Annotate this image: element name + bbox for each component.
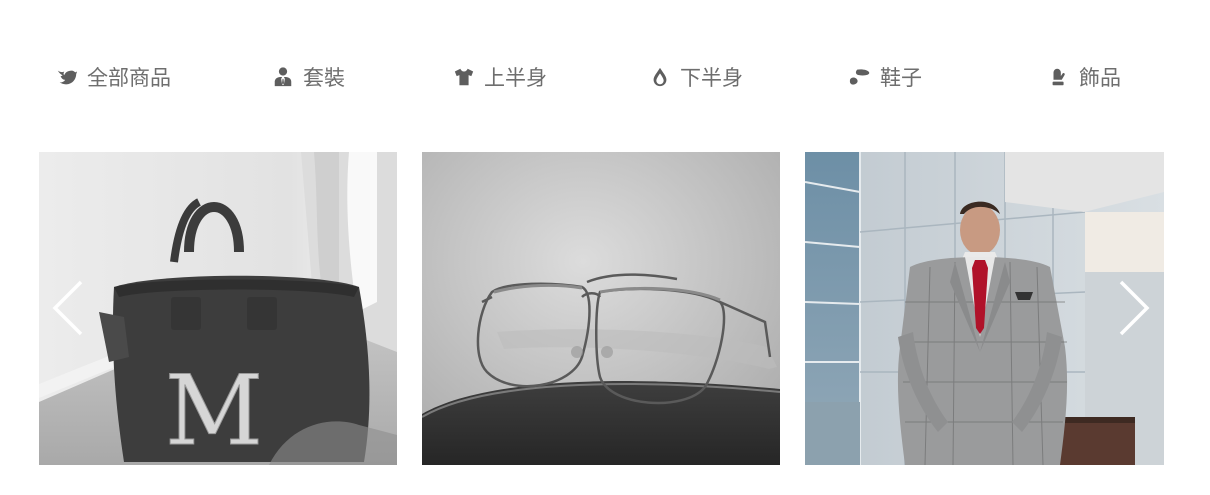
- category-bottoms[interactable]: 下半身: [649, 54, 743, 100]
- carousel-slide-glasses[interactable]: [422, 152, 780, 465]
- product-carousel: M: [0, 152, 1210, 465]
- suit-photo: [805, 152, 1164, 465]
- category-label: 飾品: [1079, 66, 1121, 90]
- carousel-slide-suit[interactable]: [805, 152, 1164, 465]
- carousel-next-button[interactable]: [1114, 276, 1154, 340]
- tshirt-icon: [453, 66, 475, 88]
- category-shoes[interactable]: 鞋子: [849, 54, 922, 100]
- chevron-right-icon: [1119, 280, 1150, 336]
- glasses-photo: [422, 152, 780, 465]
- category-nav: 全部商品 套裝 上半身 下半身 鞋子 飾品: [0, 54, 1210, 100]
- category-label: 下半身: [680, 66, 743, 90]
- suit-person-icon: [272, 66, 294, 88]
- category-suits[interactable]: 套裝: [272, 54, 345, 100]
- category-tops[interactable]: 上半身: [453, 54, 547, 100]
- shoes-icon: [849, 66, 871, 88]
- drop-icon: [649, 66, 671, 88]
- bag-photo: M: [39, 152, 397, 465]
- category-label: 全部商品: [87, 66, 171, 90]
- mitten-icon: [1048, 66, 1070, 88]
- carousel-prev-button[interactable]: [48, 276, 88, 340]
- bird-icon: [56, 66, 78, 88]
- chevron-left-icon: [52, 280, 83, 336]
- category-accessories[interactable]: 飾品: [1048, 54, 1121, 100]
- category-all-products[interactable]: 全部商品: [56, 54, 171, 100]
- bag-monogram: M: [165, 355, 263, 465]
- category-label: 上半身: [484, 66, 547, 90]
- carousel-slide-bag[interactable]: M: [39, 152, 397, 465]
- category-label: 套裝: [303, 66, 345, 90]
- category-label: 鞋子: [880, 66, 922, 90]
